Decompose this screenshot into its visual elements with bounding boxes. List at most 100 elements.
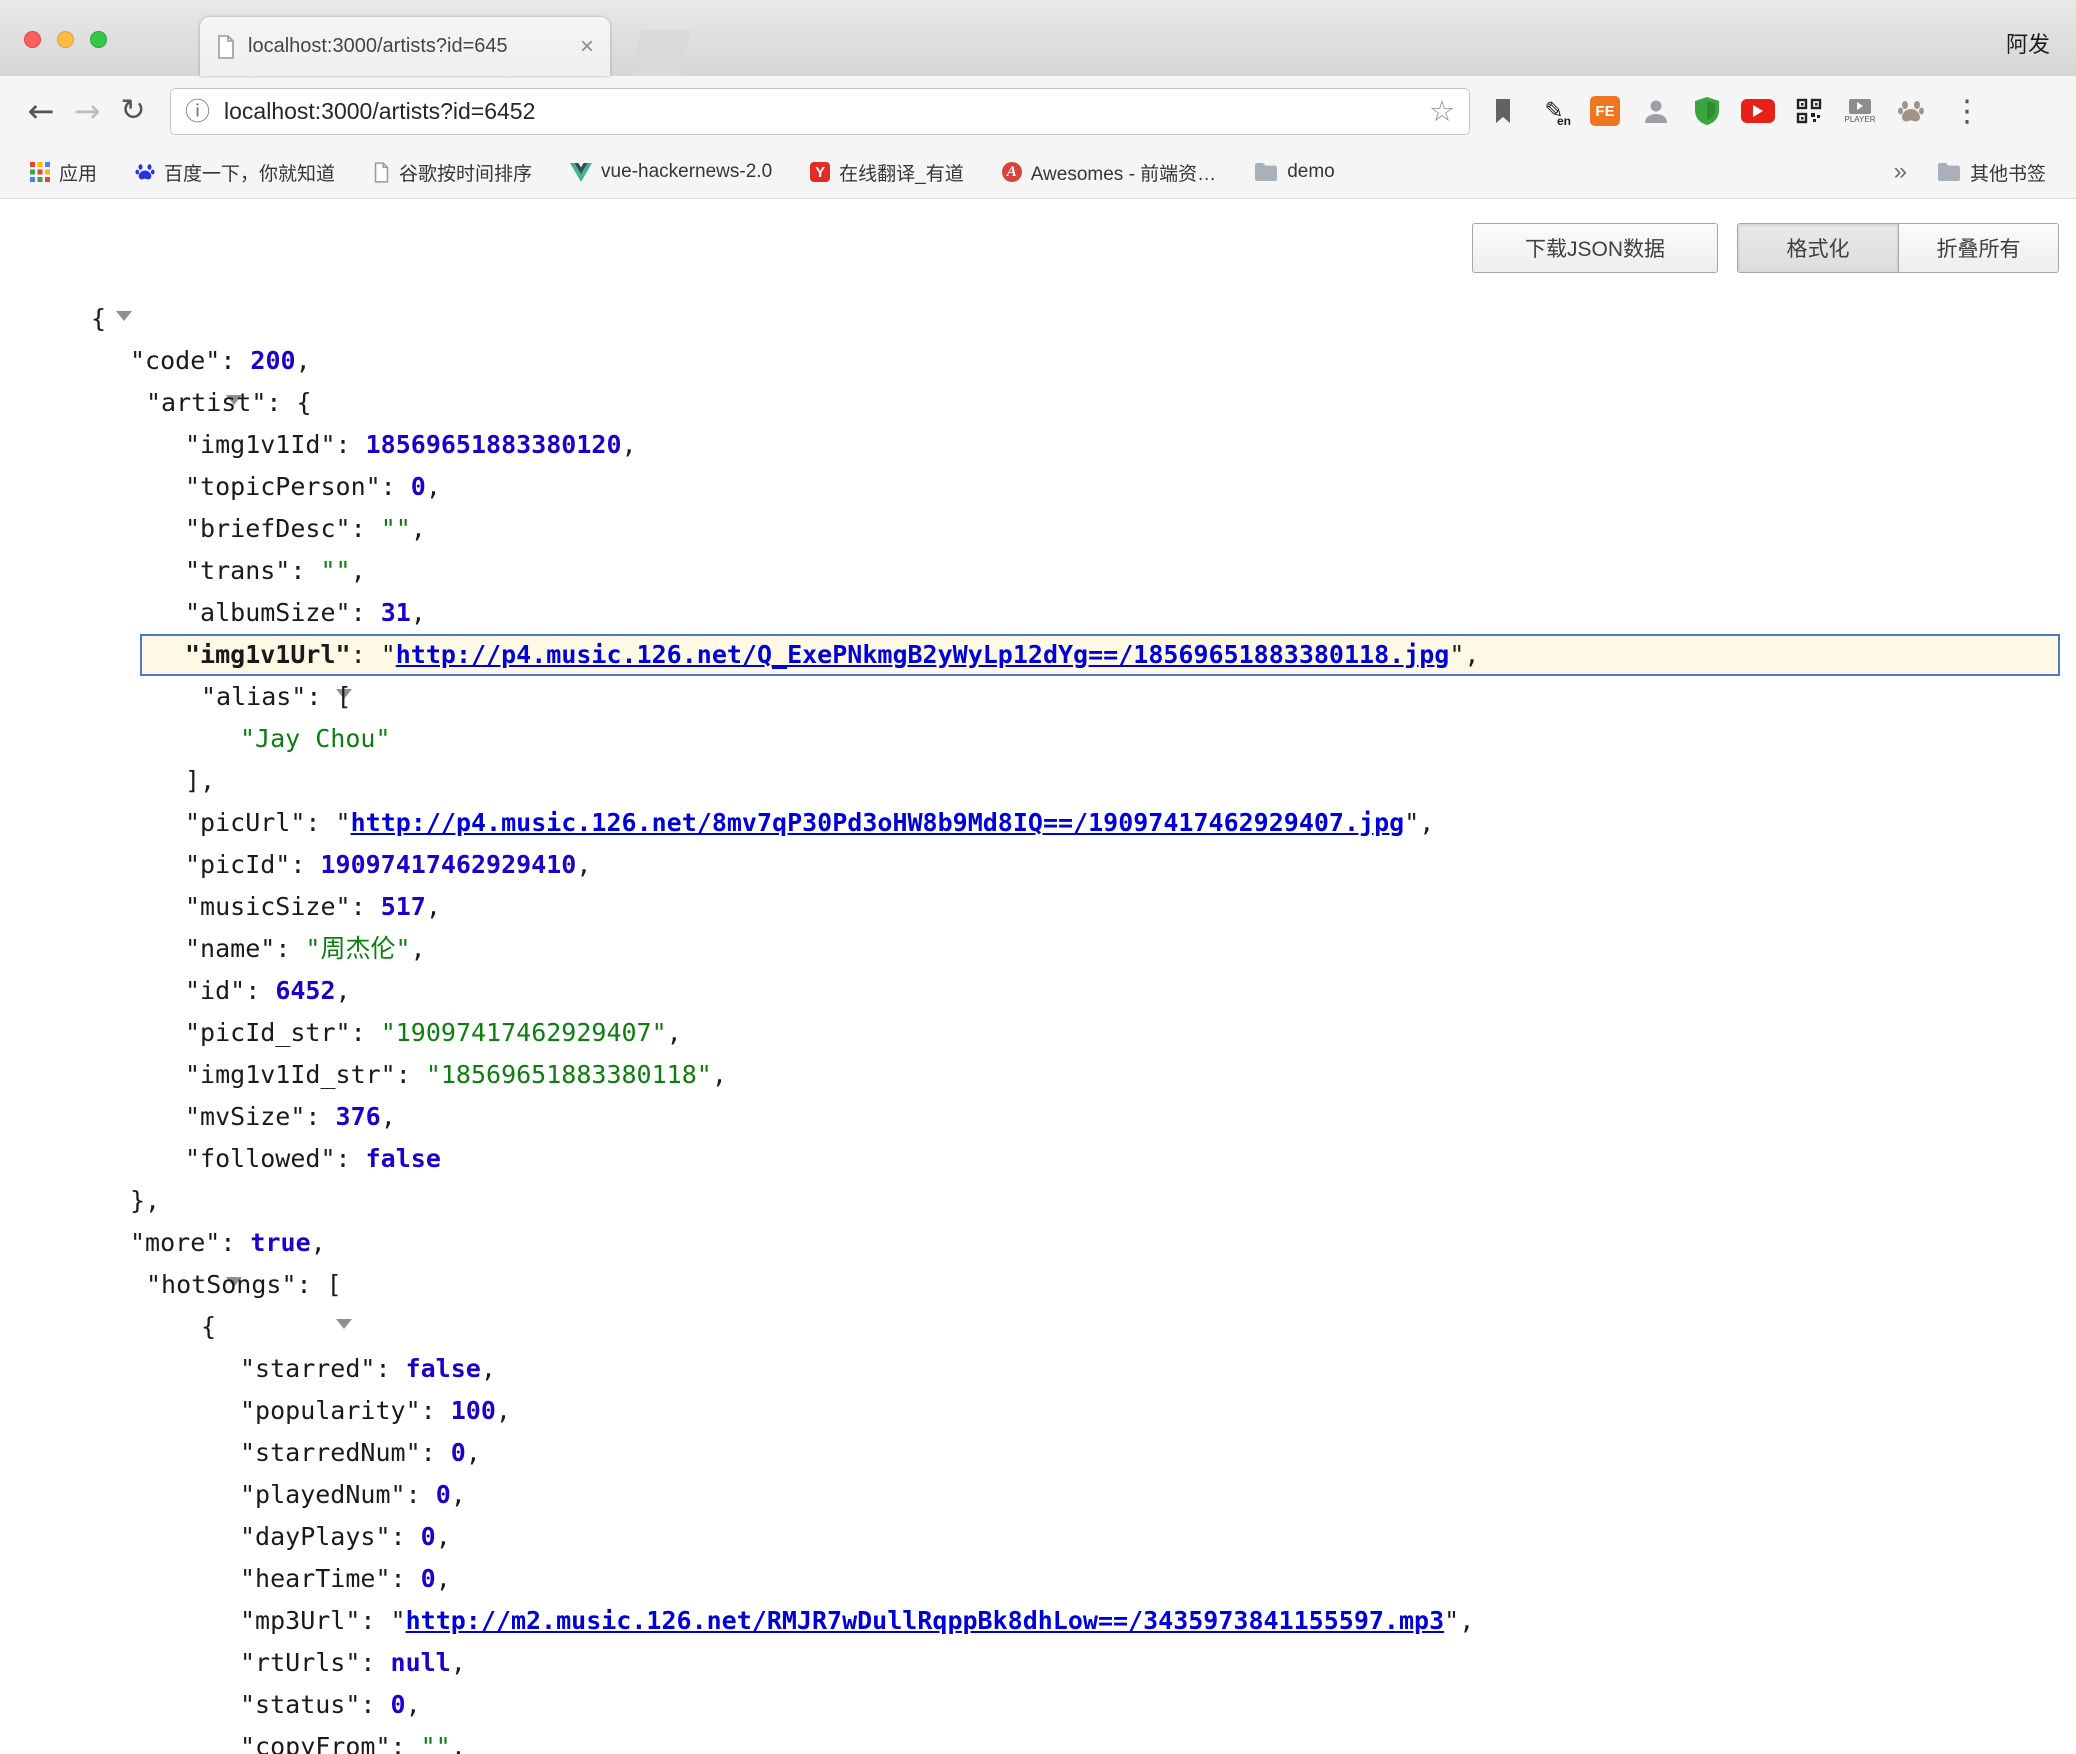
- json-token: ,: [411, 934, 426, 963]
- json-token: "img1v1Id_str": [185, 1060, 396, 1089]
- profile-name[interactable]: 阿发: [2006, 27, 2050, 59]
- json-token: true: [250, 1228, 310, 1257]
- qrcode-extension-icon[interactable]: [1792, 93, 1826, 129]
- folder-icon: [1254, 162, 1278, 182]
- bookmark-folder-demo[interactable]: demo: [1254, 161, 1335, 183]
- collapse-all-button[interactable]: 折叠所有: [1898, 224, 2058, 272]
- json-line: "img1v1Id_str": "18569651883380118",: [0, 1054, 2076, 1096]
- bookmark-label: 谷歌按时间排序: [399, 159, 532, 186]
- person-icon: [1642, 97, 1670, 125]
- bookmarks-overflow-icon[interactable]: »: [1894, 158, 1907, 186]
- json-line: "trans": "",: [0, 550, 2076, 592]
- url-text[interactable]: localhost:3000/artists?id=6452: [224, 98, 1429, 125]
- new-tab-button[interactable]: [632, 30, 690, 76]
- folder-icon: [1937, 162, 1961, 182]
- window-controls: [24, 31, 107, 48]
- json-token: "starredNum": [240, 1438, 421, 1467]
- paw-icon: [1897, 98, 1925, 124]
- play-icon: [1857, 102, 1863, 110]
- json-line: "hearTime": 0,: [0, 1558, 2076, 1600]
- json-token: ,: [466, 1438, 481, 1467]
- json-url-link[interactable]: http://p4.music.126.net/Q_ExePNkmgB2yWyL…: [396, 640, 1450, 669]
- json-url-link[interactable]: http://p4.music.126.net/8mv7qP30Pd3oHW8b…: [351, 808, 1405, 837]
- address-bar[interactable]: ⓘ localhost:3000/artists?id=6452 ☆: [170, 88, 1470, 135]
- json-line: "status": 0,: [0, 1684, 2076, 1726]
- json-token: ,: [426, 892, 441, 921]
- vue-icon: [570, 163, 592, 182]
- translate-extension-icon[interactable]: ✎ en: [1537, 93, 1571, 129]
- json-token: ,: [336, 976, 351, 1005]
- json-token: "trans": [185, 556, 290, 585]
- flag-extension-icon[interactable]: [1486, 93, 1520, 129]
- bookmark-star-icon[interactable]: ☆: [1429, 97, 1455, 126]
- json-token: "status": [240, 1690, 360, 1719]
- fehelper-extension-icon[interactable]: FE: [1588, 93, 1622, 129]
- bookmark-awesomes[interactable]: A Awesomes - 前端资…: [1002, 159, 1216, 186]
- browser-menu-icon[interactable]: ⋮: [1951, 94, 1983, 129]
- json-token: ": [391, 1606, 406, 1635]
- back-icon[interactable]: ←: [18, 95, 64, 127]
- json-token: :: [360, 1606, 390, 1635]
- json-line: "briefDesc": "",: [0, 508, 2076, 550]
- json-token: :: [336, 1144, 366, 1173]
- json-token: "mp3Url": [240, 1606, 360, 1635]
- json-line: "mvSize": 376,: [0, 1096, 2076, 1138]
- bookmark-vue-hackernews[interactable]: vue-hackernews-2.0: [570, 161, 772, 183]
- forward-icon[interactable]: →: [64, 95, 110, 127]
- json-token: :: [305, 1102, 335, 1131]
- reload-icon[interactable]: ↻: [110, 96, 156, 126]
- page-content: 下载JSON数据 格式化 折叠所有 {"code": 200,"artist":…: [0, 199, 2076, 1754]
- bookmark-label: demo: [1287, 161, 1335, 183]
- json-token: ,: [351, 556, 366, 585]
- json-token: :: [360, 1690, 390, 1719]
- youtube-extension-icon[interactable]: [1741, 93, 1775, 129]
- json-token: "picId": [185, 850, 290, 879]
- translate-label: en: [1557, 114, 1571, 128]
- json-token: "topicPerson": [185, 472, 381, 501]
- format-button[interactable]: 格式化: [1738, 224, 1898, 272]
- bookmark-google-sort[interactable]: 谷歌按时间排序: [373, 159, 532, 186]
- json-token: 19097417462929410: [320, 850, 576, 879]
- json-token: :: [421, 1396, 451, 1425]
- player-extension-icon[interactable]: PLAYER: [1843, 93, 1877, 129]
- json-token: ",: [1404, 808, 1434, 837]
- json-line: "albumSize": 31,: [0, 592, 2076, 634]
- json-token: :: [351, 640, 381, 669]
- json-token: ,: [667, 1018, 682, 1047]
- bookmark-apps[interactable]: 应用: [30, 159, 97, 186]
- json-token: "id": [185, 976, 245, 1005]
- json-line: {: [0, 1306, 2076, 1348]
- close-window-button[interactable]: [24, 31, 41, 48]
- user-extension-icon[interactable]: [1639, 93, 1673, 129]
- json-token: },: [130, 1186, 160, 1215]
- json-token: "周杰伦": [305, 934, 410, 963]
- bookmark-youdao[interactable]: Y 在线翻译_有道: [810, 159, 964, 186]
- json-token: ",: [1444, 1606, 1474, 1635]
- download-json-button[interactable]: 下载JSON数据: [1472, 223, 1718, 273]
- json-token: ,: [311, 1228, 326, 1257]
- json-token: ,: [411, 514, 426, 543]
- bookmark-label: Awesomes - 前端资…: [1031, 159, 1216, 186]
- shield-extension-icon[interactable]: [1690, 93, 1724, 129]
- json-token: "picUrl": [185, 808, 305, 837]
- json-token: null: [391, 1648, 451, 1677]
- bookmark-label: 在线翻译_有道: [839, 159, 964, 186]
- awesomes-icon: A: [1002, 162, 1022, 182]
- json-token: "dayPlays": [240, 1522, 391, 1551]
- json-token: "rtUrls": [240, 1648, 360, 1677]
- minimize-window-button[interactable]: [57, 31, 74, 48]
- json-token: ,: [411, 598, 426, 627]
- tab-title: localhost:3000/artists?id=645: [248, 35, 572, 58]
- other-bookmarks-folder[interactable]: 其他书签: [1937, 159, 2046, 186]
- paw-extension-icon[interactable]: [1894, 93, 1928, 129]
- browser-tab[interactable]: localhost:3000/artists?id=645 ×: [200, 17, 610, 76]
- bookmark-baidu[interactable]: 百度一下，你就知道: [135, 159, 335, 186]
- baidu-paw-icon: [135, 162, 155, 182]
- json-url-link[interactable]: http://m2.music.126.net/RMJR7wDullRqppBk…: [406, 1606, 1445, 1635]
- site-info-icon[interactable]: ⓘ: [185, 99, 210, 124]
- bookmarks-right-group: » 其他书签: [1894, 158, 2046, 186]
- tab-close-icon[interactable]: ×: [580, 35, 594, 59]
- json-token: 0: [411, 472, 426, 501]
- json-token: 0: [421, 1564, 436, 1593]
- zoom-window-button[interactable]: [90, 31, 107, 48]
